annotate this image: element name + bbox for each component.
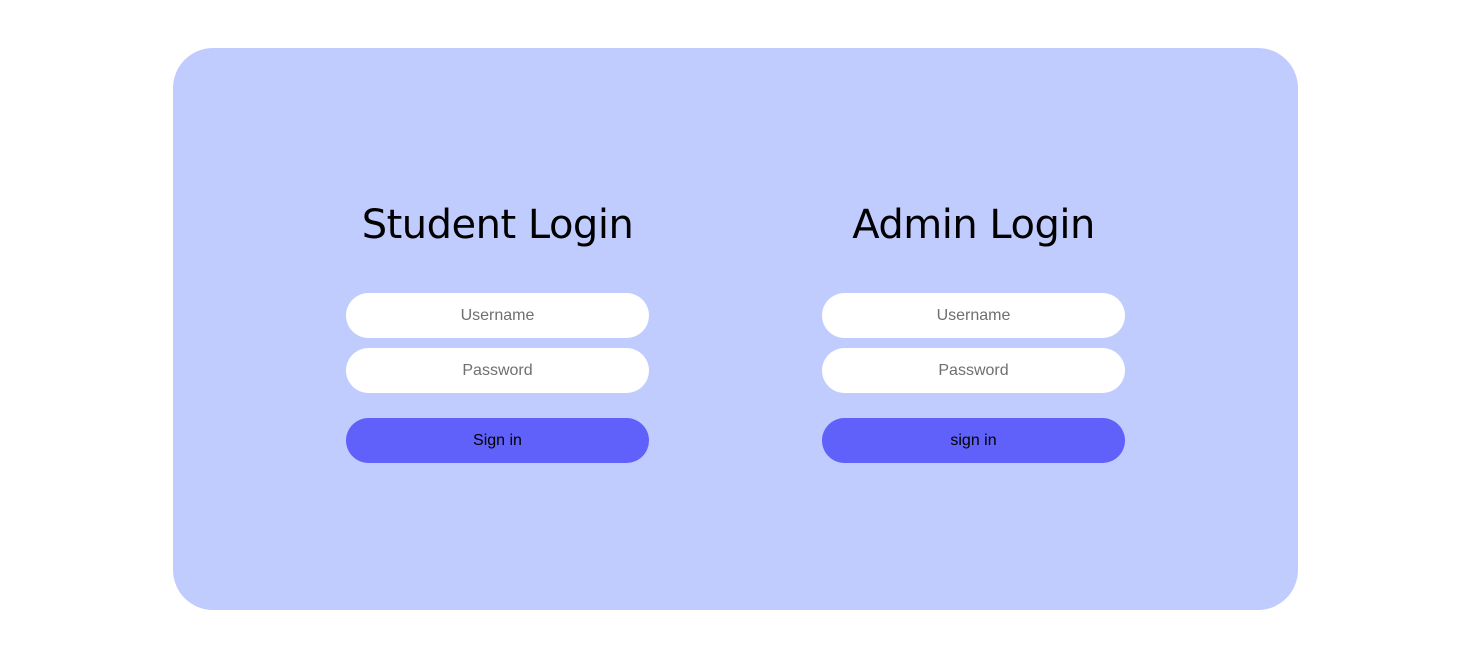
student-login-title: Student Login (361, 202, 634, 248)
login-card: Student Login Sign in Admin Login sign i… (173, 48, 1298, 610)
student-sign-in-button[interactable]: Sign in (346, 418, 649, 463)
admin-username-input[interactable] (822, 293, 1125, 338)
admin-sign-in-button[interactable]: sign in (822, 418, 1125, 463)
student-password-input[interactable] (346, 348, 649, 393)
admin-login-title: Admin Login (852, 202, 1095, 248)
student-username-input[interactable] (346, 293, 649, 338)
admin-password-input[interactable] (822, 348, 1125, 393)
